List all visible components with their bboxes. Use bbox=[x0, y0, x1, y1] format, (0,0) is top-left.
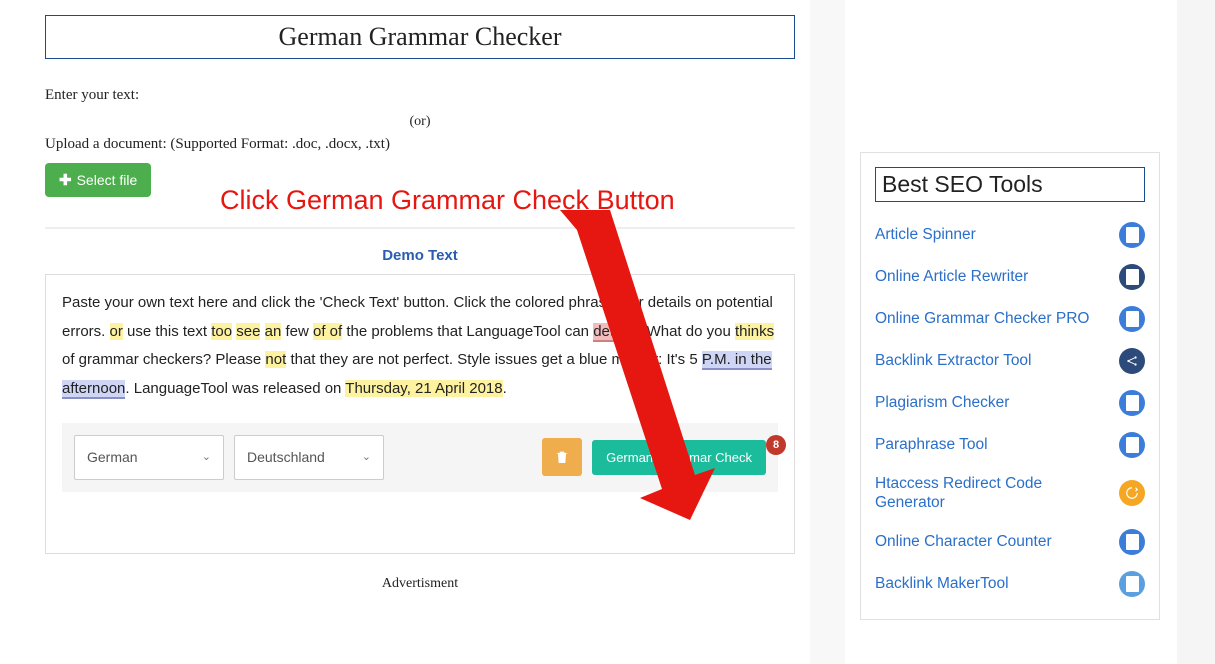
text: few bbox=[281, 323, 313, 340]
text: . What do you bbox=[638, 323, 735, 340]
main-panel: German Grammar Checker Enter your text: … bbox=[30, 0, 810, 607]
sidebar-item-paraphrase-tool[interactable]: Paraphrase Tool bbox=[875, 424, 1145, 466]
sidebar-item-label: Plagiarism Checker bbox=[875, 393, 1009, 412]
select-file-label: Select file bbox=[77, 172, 138, 188]
sidebar-item-backlink-maker[interactable]: Backlink MakerTool bbox=[875, 563, 1145, 605]
sidebar-item-backlink-extractor[interactable]: Backlink Extractor Tool bbox=[875, 340, 1145, 382]
upload-label: Upload a document: (Supported Format: .d… bbox=[45, 136, 795, 153]
text: use this text bbox=[123, 323, 211, 340]
gutter bbox=[810, 0, 845, 664]
language-select-value: German bbox=[87, 444, 138, 471]
highlight-yellow[interactable]: thinks bbox=[735, 323, 774, 340]
highlight-yellow[interactable]: see bbox=[236, 323, 260, 340]
rewriter-icon bbox=[1119, 264, 1145, 290]
advertisement-label: Advertisment bbox=[45, 576, 795, 592]
sidebar-item-article-rewriter[interactable]: Online Article Rewriter bbox=[875, 256, 1145, 298]
gutter bbox=[1177, 0, 1215, 664]
text: of grammar checkers? Please bbox=[62, 351, 265, 368]
sidebar-item-label: Backlink MakerTool bbox=[875, 574, 1009, 593]
sidebar-item-label: Backlink Extractor Tool bbox=[875, 351, 1032, 370]
sidebar-item-label: Online Character Counter bbox=[875, 532, 1052, 551]
text: . bbox=[503, 380, 507, 397]
sidebar: Best SEO Tools Article Spinner Online Ar… bbox=[860, 152, 1160, 620]
highlight-pink[interactable]: detecd bbox=[593, 323, 638, 342]
paraphrase-icon bbox=[1119, 432, 1145, 458]
sidebar-item-article-spinner[interactable]: Article Spinner bbox=[875, 214, 1145, 256]
page-title: German Grammar Checker bbox=[45, 15, 795, 59]
sidebar-title: Best SEO Tools bbox=[875, 167, 1145, 202]
divider bbox=[45, 227, 795, 229]
trash-icon bbox=[554, 449, 570, 465]
text: . LanguageTool was released on bbox=[125, 380, 345, 397]
highlight-yellow[interactable]: or bbox=[110, 323, 123, 340]
sidebar-item-grammar-checker[interactable]: Online Grammar Checker PRO bbox=[875, 298, 1145, 340]
grammar-check-button[interactable]: German Grammar Check bbox=[592, 440, 766, 475]
spinner-icon bbox=[1119, 222, 1145, 248]
sidebar-item-character-counter[interactable]: Online Character Counter bbox=[875, 521, 1145, 563]
sidebar-item-label: Online Grammar Checker PRO bbox=[875, 309, 1089, 328]
sidebar-item-htaccess-generator[interactable]: Htaccess Redirect Code Generator bbox=[875, 466, 1145, 521]
text bbox=[260, 323, 264, 340]
text: that they are not perfect. Style issues … bbox=[286, 351, 702, 368]
backlink-icon bbox=[1119, 348, 1145, 374]
plagiarism-icon bbox=[1119, 390, 1145, 416]
highlight-yellow[interactable]: too bbox=[211, 323, 232, 340]
highlight-yellow[interactable]: Thursday, 21 April 2018 bbox=[345, 380, 502, 397]
sidebar-item-plagiarism-checker[interactable]: Plagiarism Checker bbox=[875, 382, 1145, 424]
country-select[interactable]: Deutschland ⌄ bbox=[234, 435, 384, 480]
language-select[interactable]: German ⌄ bbox=[74, 435, 224, 480]
sidebar-item-label: Htaccess Redirect Code Generator bbox=[875, 474, 1105, 513]
highlight-yellow[interactable]: an bbox=[265, 323, 282, 340]
text-editor[interactable]: Paste your own text here and click the '… bbox=[45, 274, 795, 554]
sidebar-item-label: Article Spinner bbox=[875, 225, 976, 244]
text: the problems that LanguageTool can bbox=[342, 323, 593, 340]
editor-toolbar: German ⌄ Deutschland ⌄ German Grammar Ch… bbox=[62, 423, 778, 492]
plus-icon: ✚ bbox=[59, 171, 72, 189]
error-count-badge[interactable]: 8 bbox=[766, 435, 786, 455]
clear-button[interactable] bbox=[542, 438, 582, 476]
select-file-button[interactable]: ✚ Select file bbox=[45, 163, 151, 197]
demo-text-header: Demo Text bbox=[45, 247, 795, 264]
highlight-yellow[interactable]: not bbox=[265, 351, 286, 368]
or-label: (or) bbox=[45, 114, 795, 130]
annotation-text: Click German Grammar Check Button bbox=[220, 185, 675, 216]
sidebar-item-label: Paraphrase Tool bbox=[875, 435, 988, 454]
counter-icon bbox=[1119, 529, 1145, 555]
country-select-value: Deutschland bbox=[247, 444, 325, 471]
backlink-maker-icon bbox=[1119, 571, 1145, 597]
enter-text-label: Enter your text: bbox=[45, 87, 795, 104]
chevron-down-icon: ⌄ bbox=[202, 447, 211, 468]
chevron-down-icon: ⌄ bbox=[362, 447, 371, 468]
grammar-icon bbox=[1119, 306, 1145, 332]
redirect-icon bbox=[1119, 480, 1145, 506]
highlight-yellow[interactable]: of of bbox=[313, 323, 342, 340]
sidebar-item-label: Online Article Rewriter bbox=[875, 267, 1028, 286]
